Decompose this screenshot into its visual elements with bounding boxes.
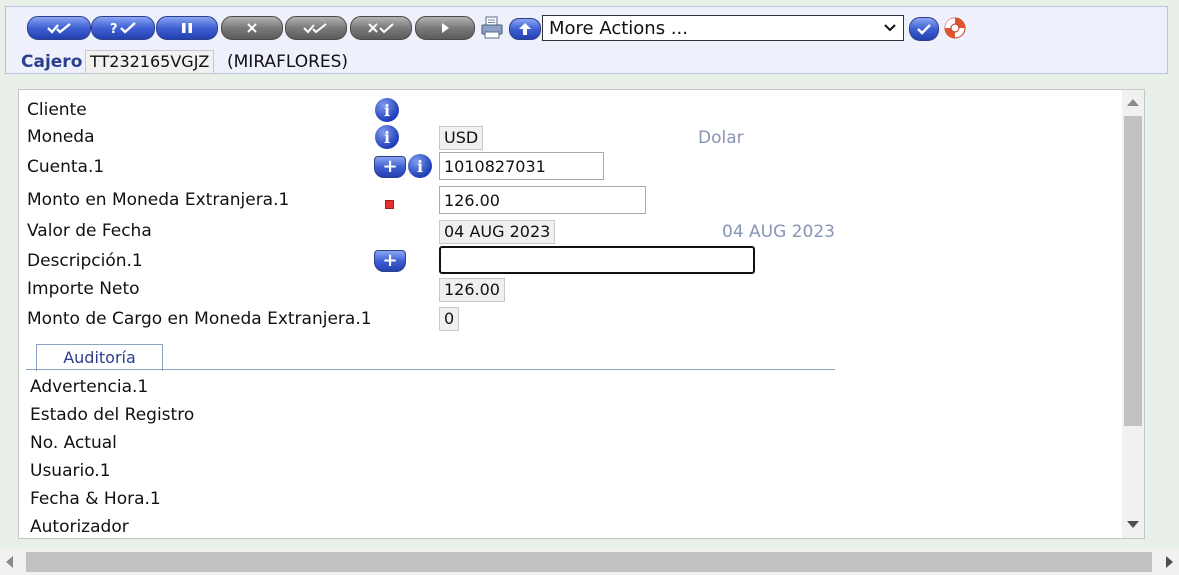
upload-button[interactable]	[509, 18, 541, 40]
authorise-button[interactable]	[285, 16, 347, 40]
add-icon[interactable]: +	[374, 156, 406, 178]
info-icon[interactable]: i	[408, 154, 432, 178]
cuenta-input[interactable]: 1010827031	[439, 152, 604, 180]
more-actions-select[interactable]: More Actions ...	[542, 15, 904, 41]
scrollbar-thumb[interactable]	[26, 552, 1152, 572]
next-button[interactable]	[415, 16, 475, 40]
tab-divider	[26, 369, 835, 370]
moneda-label: Moneda	[27, 127, 95, 147]
chevron-down-icon	[884, 24, 896, 32]
toolbar-header: ? More Actions ... Cajero TT232165VGJZ (…	[5, 6, 1168, 74]
importe-neto-value: 126.00	[439, 278, 505, 302]
audit-field: No. Actual	[30, 433, 117, 453]
horizontal-scrollbar[interactable]	[0, 549, 1179, 575]
print-icon[interactable]	[480, 16, 504, 40]
vertical-scrollbar[interactable]	[1122, 90, 1144, 538]
more-actions-value: More Actions ...	[549, 17, 688, 39]
x-check-icon	[368, 23, 394, 34]
reverse-button[interactable]	[350, 16, 412, 40]
cashier-label: Cajero	[21, 52, 83, 72]
moneda-value: USD	[439, 126, 484, 150]
descripcion-input[interactable]	[439, 246, 755, 274]
check-icon	[917, 24, 931, 35]
scroll-down-icon[interactable]	[1127, 521, 1139, 528]
cashier-id: TT232165VGJZ	[85, 50, 215, 74]
monto-label: Monto en Moneda Extranjera.1	[27, 190, 290, 210]
commit-button[interactable]	[27, 16, 91, 40]
cashier-branch: (MIRAFLORES)	[227, 52, 349, 72]
audit-field: Fecha & Hora.1	[30, 489, 161, 509]
monto-cargo-label: Monto de Cargo en Moneda Extranjera.1	[27, 309, 372, 329]
go-button[interactable]	[909, 17, 939, 41]
delete-button[interactable]	[221, 16, 283, 40]
cliente-label: Cliente	[27, 100, 87, 120]
valor-fecha-hint: 04 AUG 2023	[722, 222, 835, 242]
required-marker-icon	[385, 200, 394, 209]
scrollbar-thumb[interactable]	[1124, 116, 1142, 426]
audit-field: Autorizador	[30, 517, 129, 537]
valor-fecha-value: 04 AUG 2023	[439, 220, 556, 244]
hold-button[interactable]	[156, 16, 218, 40]
double-check-icon	[303, 23, 327, 34]
info-icon[interactable]: i	[375, 98, 399, 122]
audit-field: Estado del Registro	[30, 405, 195, 425]
monto-cargo-value: 0	[439, 307, 460, 331]
tab-auditoria[interactable]: Auditoría	[36, 344, 163, 371]
play-arrow-icon	[442, 23, 449, 33]
double-check-icon	[47, 23, 71, 34]
scroll-right-icon[interactable]	[1166, 556, 1173, 568]
monto-input[interactable]: 126.00	[439, 186, 646, 214]
moneda-hint: Dolar	[698, 128, 744, 148]
scroll-up-icon[interactable]	[1127, 99, 1139, 106]
descripcion-label: Descripción.1	[27, 251, 143, 271]
scroll-left-icon[interactable]	[6, 556, 13, 568]
audit-field: Usuario.1	[30, 461, 111, 481]
validate-button[interactable]: ?	[91, 16, 155, 40]
cuenta-label: Cuenta.1	[27, 157, 105, 177]
transaction-form-panel: Cliente i Moneda i USD Dolar Cuenta.1 + …	[18, 89, 1145, 539]
info-icon[interactable]: i	[375, 125, 399, 149]
upload-arrow-icon	[519, 23, 531, 35]
add-icon[interactable]: +	[374, 250, 406, 272]
valor-fecha-label: Valor de Fecha	[27, 221, 152, 241]
x-icon	[247, 23, 257, 33]
help-lifebuoy-icon[interactable]	[943, 16, 967, 40]
importe-neto-label: Importe Neto	[27, 279, 140, 299]
pause-icon	[182, 23, 192, 33]
svg-text:?: ?	[110, 22, 118, 35]
audit-field: Advertencia.1	[30, 377, 149, 397]
question-check-icon: ?	[110, 22, 136, 35]
